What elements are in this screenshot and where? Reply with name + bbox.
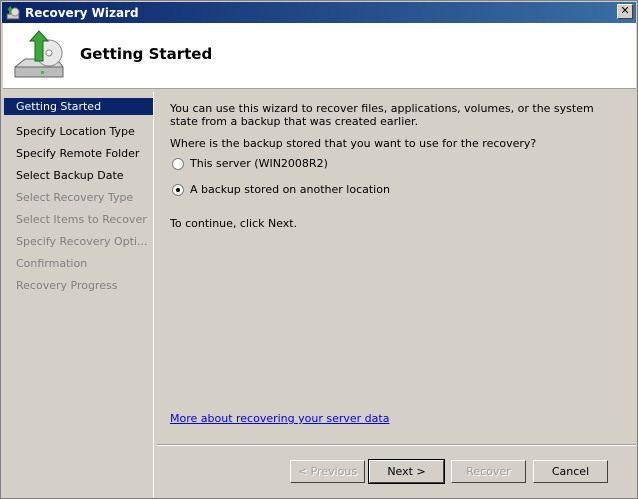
option-label: This server (WIN2008R2)	[190, 157, 328, 170]
steps-pane: Getting Started Specify Location Type Sp…	[4, 92, 154, 497]
option-this-server[interactable]: This server (WIN2008R2)	[172, 157, 328, 170]
recovery-wizard-window: Recovery Wizard ✕ Getting Started Gettin…	[0, 0, 638, 499]
divider	[157, 444, 636, 446]
step-select-backup-date[interactable]: Select Backup Date	[4, 164, 153, 186]
page-title: Getting Started	[80, 45, 213, 63]
step-select-recovery-type: Select Recovery Type	[16, 191, 134, 204]
help-link[interactable]: More about recovering your server data	[170, 412, 389, 425]
radio-button-checked[interactable]	[172, 183, 184, 196]
title-bar: Recovery Wizard ✕	[2, 2, 636, 23]
intro-text: You can use this wizard to recover files…	[170, 102, 594, 128]
step-specify-remote-folder[interactable]: Specify Remote Folder	[4, 142, 153, 164]
close-button[interactable]: ✕	[617, 4, 633, 19]
step-recovery-progress: Recovery Progress	[16, 279, 118, 292]
window-title: Recovery Wizard	[25, 5, 139, 20]
step-specify-location-type[interactable]: Specify Location Type	[4, 120, 153, 142]
step-getting-started[interactable]: Getting Started	[4, 98, 153, 115]
content-pane: You can use this wizard to recover files…	[157, 92, 637, 442]
cancel-button[interactable]: Cancel	[533, 460, 608, 483]
wizard-header: Getting Started	[3, 23, 636, 89]
app-icon	[6, 5, 20, 19]
step-select-items: Select Items to Recover	[16, 213, 147, 226]
option-label: A backup stored on another location	[190, 183, 390, 196]
backup-drive-icon	[14, 30, 64, 78]
next-button[interactable]: Next >	[368, 459, 445, 484]
previous-button[interactable]: < Previous	[290, 460, 365, 483]
radio-button[interactable]	[172, 157, 184, 170]
continue-text: To continue, click Next.	[170, 217, 298, 230]
question-text: Where is the backup stored that you want…	[170, 137, 537, 150]
recover-button[interactable]: Recover	[451, 460, 526, 483]
step-confirmation: Confirmation	[16, 257, 88, 270]
option-another-location[interactable]: A backup stored on another location	[172, 183, 390, 196]
step-specify-recovery-options: Specify Recovery Opti...	[16, 235, 148, 248]
